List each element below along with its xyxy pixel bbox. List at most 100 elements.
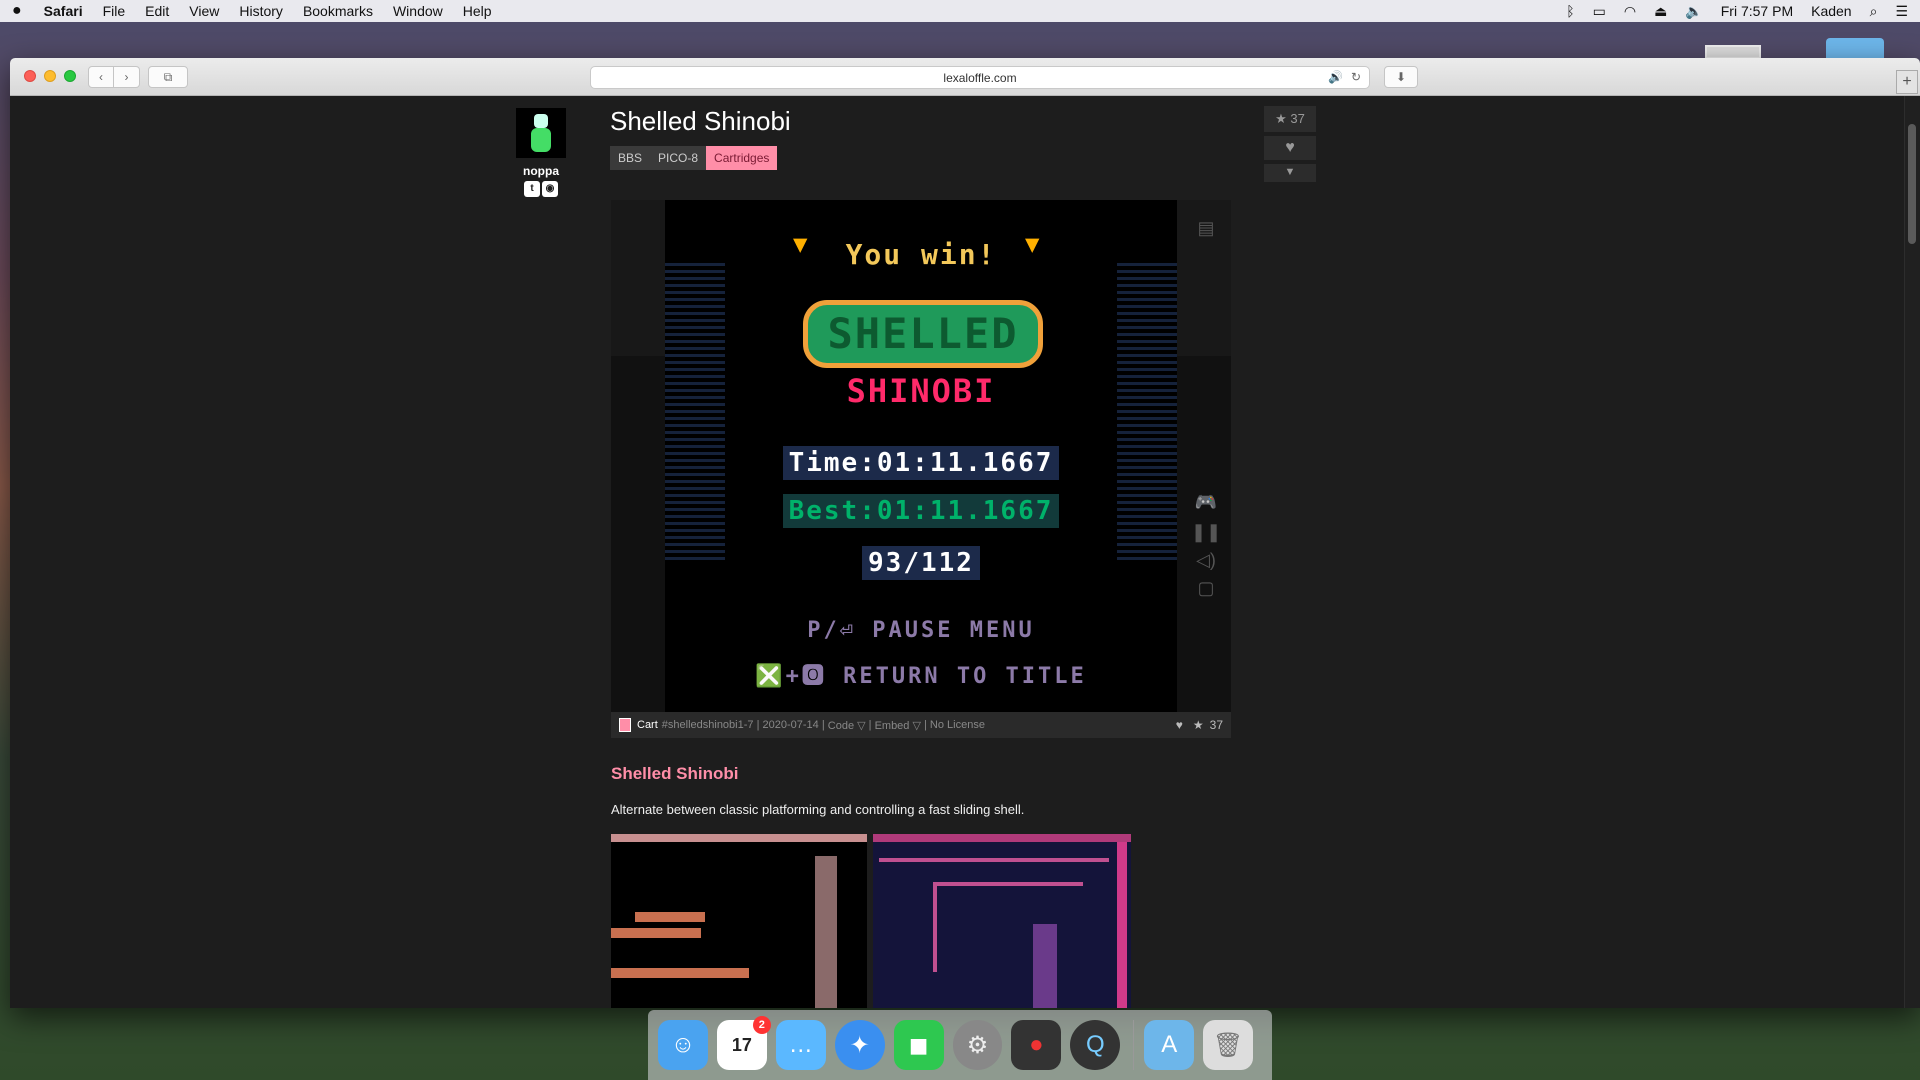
wifi-icon[interactable]: ◠ [1624, 3, 1636, 20]
heart-icon[interactable]: ♥ [1176, 718, 1183, 732]
address-bar-icons: 🔊 ↻ [1320, 70, 1361, 84]
messages-icon[interactable]: … [775, 1020, 826, 1070]
new-tab-button[interactable]: + [1896, 70, 1918, 94]
system-preferences-icon[interactable]: ⚙ [952, 1020, 1003, 1070]
menu-edit[interactable]: Edit [145, 3, 169, 19]
menu-history[interactable]: History [239, 3, 283, 19]
desktop-file-thumbnail[interactable] [1705, 45, 1761, 59]
return-title-hint: ❎+🅾 RETURN TO TITLE [755, 664, 1087, 689]
cart-info-icon[interactable]: ▤ [1191, 218, 1221, 239]
downloads-button[interactable]: ⬇ [1384, 66, 1418, 88]
breadcrumb-pico8[interactable]: PICO-8 [650, 146, 707, 170]
game-logo-shelled: SHELLED [803, 300, 1043, 368]
avatar[interactable] [516, 108, 566, 158]
platform [635, 912, 705, 922]
cart-id[interactable]: #shelledshinobi1-7 [662, 719, 754, 731]
author-links: t ◉ [513, 180, 569, 197]
url-text: lexaloffle.com [943, 70, 1017, 85]
web-page: noppa t ◉ Shelled Shinobi BBS PICO-8 Cart… [10, 96, 1920, 1008]
gamepad-icon[interactable]: ◉ [542, 181, 558, 197]
apple-menu-icon[interactable]: ● [12, 2, 22, 20]
audio-playing-icon[interactable]: 🔊 [1328, 70, 1343, 84]
browser-toolbar: ‹ › ⧉ lexaloffle.com 🔊 ↻ ⬇ + [10, 58, 1920, 96]
bluetooth-icon[interactable]: ᛒ [1566, 3, 1574, 19]
breadcrumb: BBS PICO-8 Cartridges [610, 146, 778, 170]
heart-icon: ♥ [1285, 139, 1295, 156]
description-text: Alternate between classic platforming an… [611, 802, 1025, 817]
game-player[interactable]: ▼ ▼ You win! SHELLED SHINOBI Time:01:11.… [611, 200, 1231, 712]
quicktime-icon[interactable]: Q [1070, 1020, 1121, 1070]
twitter-icon[interactable]: t [524, 181, 540, 197]
status-area: ᛒ ▭ ◠ ⏏ 🔈 Fri 7:57 PM Kaden ⌕ ☰ [1548, 3, 1908, 20]
like-button[interactable]: ♥ [1264, 136, 1316, 160]
time-text: Time:01:11.1667 [782, 446, 1060, 480]
collectible-readout: 93/112 [665, 546, 1177, 580]
pipe [879, 858, 1109, 862]
license-text: No License [929, 719, 985, 731]
menu-file[interactable]: File [103, 3, 126, 19]
chevron-right-icon: › [124, 70, 129, 84]
notification-center-icon[interactable]: ☰ [1895, 3, 1908, 20]
safari-icon[interactable]: ✦ [834, 1020, 885, 1070]
fullscreen-icon[interactable]: ▢ [1191, 578, 1221, 599]
game-screen[interactable]: ▼ ▼ You win! SHELLED SHINOBI Time:01:11.… [665, 200, 1177, 712]
code-link[interactable]: Code ▽ [828, 719, 866, 732]
eject-icon[interactable]: ⏏ [1654, 3, 1667, 20]
user-name[interactable]: Kaden [1811, 3, 1851, 19]
desktop-folder-icon[interactable] [1826, 38, 1884, 58]
star-icon: ★ [1275, 111, 1287, 126]
more-options-button[interactable]: ▼ [1264, 164, 1316, 182]
forward-button[interactable]: › [114, 66, 140, 88]
sound-icon[interactable]: ◁) [1191, 550, 1221, 571]
menu-window[interactable]: Window [393, 3, 443, 19]
menu-bookmarks[interactable]: Bookmarks [303, 3, 373, 19]
show-tabs-button[interactable]: ⧉ [148, 66, 188, 88]
breadcrumb-cartridges[interactable]: Cartridges [706, 146, 778, 170]
cart-info-bar: Cart #shelledshinobi1-7 | 2020-07-14 | C… [611, 712, 1231, 738]
calendar-icon[interactable]: 17 2 [716, 1016, 771, 1070]
dock: ☺ 17 2 … ✦ ◼ ⚙ ● Q A 🗑 [648, 1010, 1272, 1080]
collectible-count: 93/112 [862, 546, 980, 580]
menu-view[interactable]: View [189, 3, 219, 19]
author-name[interactable]: noppa [513, 164, 569, 178]
cart-star-count: 37 [1209, 718, 1223, 732]
screenshot-sewer-level [873, 834, 1131, 1008]
scrollbar-thumb[interactable] [1908, 124, 1916, 244]
calendar-day: 17 [731, 1034, 752, 1055]
best-text: Best:01:11.1667 [782, 494, 1060, 528]
calendar-badge: 2 [752, 1016, 771, 1034]
pause-icon[interactable]: ❚❚ [1191, 522, 1221, 543]
embed-link[interactable]: Embed ▽ [875, 719, 921, 732]
menu-help[interactable]: Help [463, 3, 492, 19]
joystick-app-icon[interactable]: ● [1011, 1020, 1062, 1070]
post-title: Shelled Shinobi [610, 106, 791, 136]
breadcrumb-bbs[interactable]: BBS [610, 146, 651, 170]
close-window-button[interactable] [24, 70, 36, 82]
facetime-icon[interactable]: ◼ [893, 1020, 944, 1070]
star-icon[interactable]: ★ [1193, 718, 1204, 732]
time-readout: Time:01:11.1667 [665, 446, 1177, 480]
gamepad-icon[interactable]: 🎮 [1191, 492, 1221, 513]
finder-icon[interactable]: ☺ [658, 1020, 708, 1070]
menu-app-name[interactable]: Safari [44, 3, 83, 19]
reload-icon[interactable]: ↻ [1351, 70, 1361, 84]
zoom-window-button[interactable] [64, 70, 76, 82]
window-controls [24, 70, 84, 82]
clock[interactable]: Fri 7:57 PM [1721, 3, 1793, 19]
minimize-window-button[interactable] [44, 70, 56, 82]
spotlight-icon[interactable]: ⌕ [1870, 3, 1878, 20]
address-bar[interactable]: lexaloffle.com 🔊 ↻ [590, 66, 1370, 89]
pipe [933, 882, 937, 972]
airplay-icon[interactable]: ▭ [1593, 3, 1606, 20]
best-readout: Best:01:11.1667 [665, 494, 1177, 528]
volume-icon[interactable]: 🔈 [1685, 3, 1702, 20]
vote-panel: ★ 37 ♥ ▼ [1264, 106, 1316, 186]
back-button[interactable]: ‹ [88, 66, 114, 88]
chevron-down-icon: ▼ [1284, 166, 1296, 178]
screenshots [611, 834, 1131, 1008]
star-button[interactable]: ★ 37 [1264, 106, 1316, 132]
screenshot-space-level [611, 834, 867, 1008]
applications-folder-icon[interactable]: A [1144, 1020, 1195, 1070]
chevron-left-icon: ‹ [99, 70, 103, 84]
trash-icon[interactable]: 🗑 [1203, 1020, 1254, 1070]
